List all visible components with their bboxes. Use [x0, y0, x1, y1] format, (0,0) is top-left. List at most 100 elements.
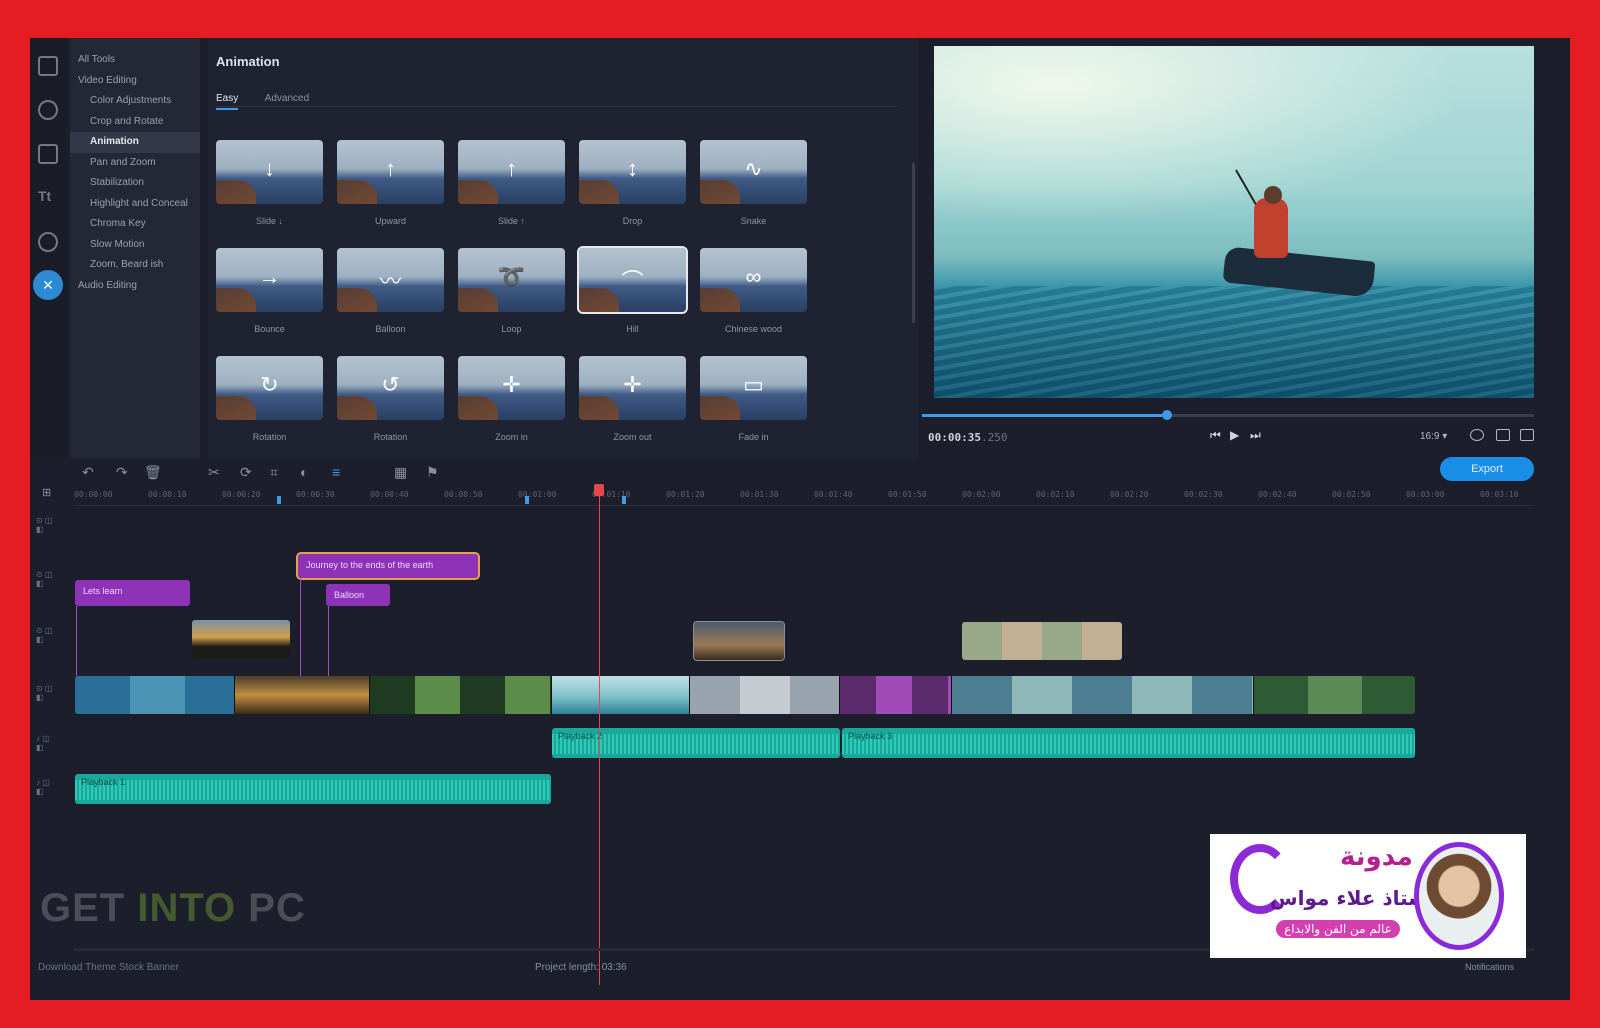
tree-item[interactable]: Video Editing [70, 71, 200, 92]
crop-icon[interactable]: ⌗ [270, 464, 278, 481]
titles-icon[interactable]: Tt [38, 188, 58, 208]
next-frame-icon[interactable]: ⏭ [1250, 428, 1261, 443]
cut-icon[interactable]: ✂ [208, 464, 220, 481]
audio-clip[interactable]: Playback 3 [842, 728, 1415, 758]
track-controls[interactable]: ♪ ◫ ◧ [36, 734, 66, 764]
redo-icon[interactable]: ↷ [116, 464, 128, 481]
overlay-clip[interactable] [693, 621, 785, 661]
video-clip[interactable] [75, 676, 235, 714]
tree-item[interactable]: Animation [70, 132, 200, 153]
animation-preset-tile[interactable]: ↓ Slide ↓ [216, 140, 323, 228]
preset-motion-icon: ⌒ [621, 269, 644, 294]
track-controls[interactable]: ⊙ ◫ ◧ [36, 684, 66, 714]
animation-preset-tile[interactable]: ↻ Rotation [216, 356, 323, 444]
tree-item[interactable]: Slow Motion [70, 235, 200, 256]
preset-thumbnail: ↕ [579, 140, 686, 204]
audio-clip[interactable]: Playback 2 [552, 728, 840, 758]
ruler-tick-label: 00:02:50 [1332, 490, 1371, 499]
playback-progress[interactable] [922, 410, 1534, 420]
delete-icon[interactable]: 🗑 [144, 464, 162, 481]
ruler-tick-label: 00:00:30 [296, 490, 335, 499]
preset-label: Drop [622, 216, 643, 226]
import-icon[interactable] [38, 56, 58, 76]
animation-preset-tile[interactable]: → Bounce [216, 248, 323, 336]
animation-preset-tile[interactable]: ↑ Upward [337, 140, 444, 228]
media-icon[interactable]: ▦ [394, 464, 407, 481]
undo-icon[interactable]: ↶ [82, 464, 94, 481]
presets-scrollbar[interactable] [912, 163, 915, 323]
aspect-ratio-select[interactable]: 16:9 ▾ [1420, 431, 1447, 442]
video-clip[interactable] [690, 676, 840, 714]
audio-clip[interactable]: Playback 1 [75, 774, 551, 804]
tree-item[interactable]: All Tools [70, 50, 200, 71]
progress-knob[interactable] [1161, 410, 1172, 420]
detach-preview-icon[interactable] [1520, 429, 1534, 441]
tab-easy[interactable]: Easy [216, 93, 239, 110]
rotate-icon[interactable]: ⟳ [240, 464, 252, 481]
flag-icon[interactable]: ⚑ [426, 464, 439, 481]
preset-thumbnail: ↺ [337, 356, 444, 420]
animation-preset-tile[interactable]: ▭ Fade in [700, 356, 807, 444]
add-track-icon[interactable]: ⊞ [42, 486, 51, 499]
title-clip[interactable]: Balloon [326, 584, 390, 606]
notifications-link[interactable]: Notifications [1465, 962, 1514, 972]
timeline-marker[interactable] [622, 496, 626, 504]
animation-preset-tile[interactable]: ↕ Drop [579, 140, 686, 228]
playhead-line [599, 485, 600, 985]
tree-item[interactable]: Audio Editing [70, 276, 200, 297]
video-clip[interactable] [552, 676, 690, 714]
animation-preset-tile[interactable]: ∞ Chinese wood [700, 248, 807, 336]
export-button[interactable]: Export [1440, 457, 1534, 481]
tree-item[interactable]: Pan and Zoom [70, 153, 200, 174]
main-video-track[interactable] [75, 676, 1415, 714]
clip-properties-icon[interactable]: ≡ [332, 464, 340, 480]
track-controls[interactable]: ⊙ ◫ ◧ [36, 516, 66, 546]
animation-preset-tile[interactable]: ↺ Rotation [337, 356, 444, 444]
volume-icon[interactable] [1470, 429, 1484, 441]
overlay-clip[interactable] [192, 620, 290, 658]
magic-wand-icon[interactable] [38, 100, 58, 120]
animation-preset-tile[interactable]: ↑ Slide ↑ [458, 140, 565, 228]
animation-preset-tile[interactable]: ∿ Snake [700, 140, 807, 228]
video-clip[interactable] [1254, 676, 1415, 714]
video-clip[interactable] [370, 676, 552, 714]
track-controls[interactable]: ♪ ◫ ◧ [36, 778, 66, 808]
preset-motion-icon: ↑ [385, 156, 396, 181]
track-controls[interactable]: ⊙ ◫ ◧ [36, 570, 66, 600]
transitions-icon[interactable] [38, 144, 58, 164]
animation-preset-tile[interactable]: ⌒ Hill [577, 246, 688, 336]
animation-preset-tile[interactable]: ➰ Loop [458, 248, 565, 336]
video-clip[interactable] [235, 676, 370, 714]
timeline-marker[interactable] [525, 496, 529, 504]
tree-item[interactable]: Stabilization [70, 173, 200, 194]
more-tools-icon[interactable]: ✕ [33, 270, 63, 300]
tree-item[interactable]: Chroma Key [70, 214, 200, 235]
timeline-ruler[interactable]: 00:00:00 00:00:10 00:00:20 00:00:30 00:00:40… [74, 486, 1534, 506]
tree-item[interactable]: Zoom, Beard ish [70, 255, 200, 276]
animation-preset-tile[interactable]: 〰 Balloon [337, 248, 444, 336]
title-clip[interactable]: Lets learn [75, 580, 190, 606]
project-length: Project length: 03:36 [535, 962, 627, 973]
animation-preset-tile[interactable]: ✛ Zoom in [458, 356, 565, 444]
ruler-tick-label: 00:01:30 [740, 490, 779, 499]
ruler-tick-label: 00:02:30 [1184, 490, 1223, 499]
tree-item[interactable]: Color Adjustments [70, 91, 200, 112]
title-clip-selected[interactable]: Journey to the ends of the earth [296, 552, 480, 580]
video-clip[interactable] [952, 676, 1254, 714]
prev-frame-icon[interactable]: ⏮ [1210, 428, 1221, 443]
footer-left-text: Download Theme Stock Banner [38, 962, 180, 973]
fullscreen-icon[interactable] [1496, 429, 1510, 441]
play-icon[interactable]: ▶ [1230, 428, 1239, 442]
animation-preset-tile[interactable]: ✛ Zoom out [579, 356, 686, 444]
overlay-clip[interactable] [962, 622, 1122, 660]
tree-item[interactable]: Crop and Rotate [70, 112, 200, 133]
timeline-marker[interactable] [277, 496, 281, 504]
preset-thumbnail: ↑ [337, 140, 444, 204]
tree-item[interactable]: Highlight and Conceal [70, 194, 200, 215]
video-clip[interactable] [840, 676, 952, 714]
stickers-icon[interactable] [38, 232, 58, 252]
track-controls[interactable]: ⊙ ◫ ◧ [36, 626, 66, 656]
color-icon[interactable]: ◐ [300, 464, 308, 480]
playhead-handle[interactable] [594, 484, 604, 496]
preset-label: Slide ↑ [497, 216, 525, 226]
